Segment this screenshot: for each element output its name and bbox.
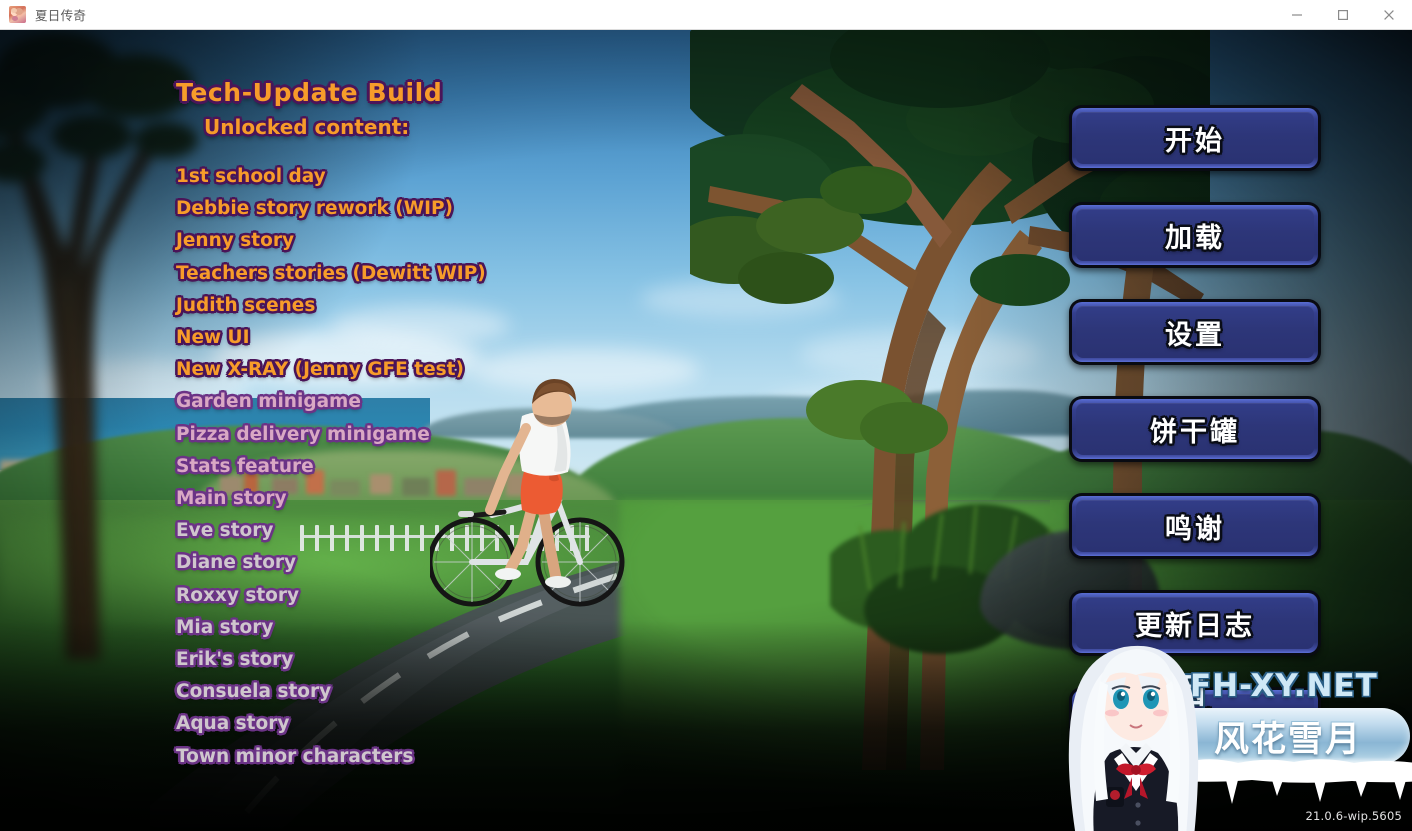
menu-button-label: 开始: [1165, 125, 1225, 157]
close-icon[interactable]: [1366, 0, 1412, 30]
settings-button[interactable]: 设置: [1069, 299, 1321, 365]
maximize-icon[interactable]: [1320, 0, 1366, 30]
unlocked-content-item: Diane story: [176, 552, 297, 574]
menu-button-label: 设置: [1165, 319, 1225, 351]
unlocked-content-item: Debbie story rework (WIP): [176, 198, 454, 220]
unlocked-content-item: Eve story: [176, 520, 274, 542]
menu-button-label: 加载: [1165, 222, 1225, 254]
unlocked-content-item: 1st school day: [176, 166, 326, 187]
menu-button-label: 鸣谢: [1165, 513, 1225, 545]
menu-button-label: 更新日志: [1135, 610, 1255, 642]
quit-button[interactable]: 退出: [1069, 687, 1321, 753]
unlocked-content-item: Erik's story: [176, 649, 294, 671]
unlocked-content-item: Mia story: [176, 616, 274, 638]
unlocked-content-item: Main story: [176, 488, 287, 510]
unlocked-content-list: 1st school day Debbie story rework (WIP) J…: [176, 161, 606, 773]
app-window: 夏日传奇 Tech-Update Build Unlocked content:…: [0, 0, 1412, 831]
game-viewport[interactable]: Tech-Update Build Unlocked content: 1st …: [0, 30, 1412, 831]
changelog-button[interactable]: 更新日志: [1069, 590, 1321, 656]
unlocked-content-item: New X-RAY (Jenny GFE test): [176, 359, 464, 381]
minimize-icon[interactable]: [1274, 0, 1320, 30]
menu-button-label: 退出: [1165, 707, 1225, 739]
load-button[interactable]: 加载: [1069, 202, 1321, 268]
cookie-jar-button[interactable]: 饼干罐: [1069, 396, 1321, 462]
build-title: Tech-Update Build: [176, 78, 443, 107]
credits-button[interactable]: 鸣谢: [1069, 493, 1321, 559]
unlocked-content-item: Stats feature: [176, 455, 314, 477]
unlocked-content-item: Jenny story: [176, 230, 295, 252]
game-avatar-icon: [9, 6, 26, 23]
unlocked-content-heading: Unlocked content:: [204, 115, 410, 139]
unlocked-content-item: Consuela story: [176, 681, 332, 703]
version-label: 21.0.6-wip.5605: [1305, 809, 1402, 823]
titlebar: 夏日传奇: [0, 0, 1412, 30]
menu-button-label: 饼干罐: [1150, 416, 1240, 448]
start-button[interactable]: 开始: [1069, 105, 1321, 171]
unlocked-content-item: Town minor characters: [176, 745, 414, 767]
unlocked-content-item: Pizza delivery minigame: [176, 423, 430, 445]
unlocked-content-item: Roxxy story: [176, 584, 300, 606]
unlocked-content-panel: Tech-Update Build Unlocked content: 1st …: [176, 78, 606, 773]
unlocked-content-item: New UI: [176, 327, 250, 349]
unlocked-content-item: Garden minigame: [176, 391, 361, 413]
main-menu: 开始加载设置饼干罐鸣谢更新日志退出: [1069, 105, 1321, 784]
unlocked-content-item: Teachers stories (Dewitt WIP): [176, 262, 486, 284]
unlocked-content-item: Aqua story: [176, 713, 290, 735]
unlocked-content-item: Judith scenes: [176, 294, 316, 316]
window-title: 夏日传奇: [35, 8, 87, 23]
window-controls: [1274, 0, 1412, 30]
